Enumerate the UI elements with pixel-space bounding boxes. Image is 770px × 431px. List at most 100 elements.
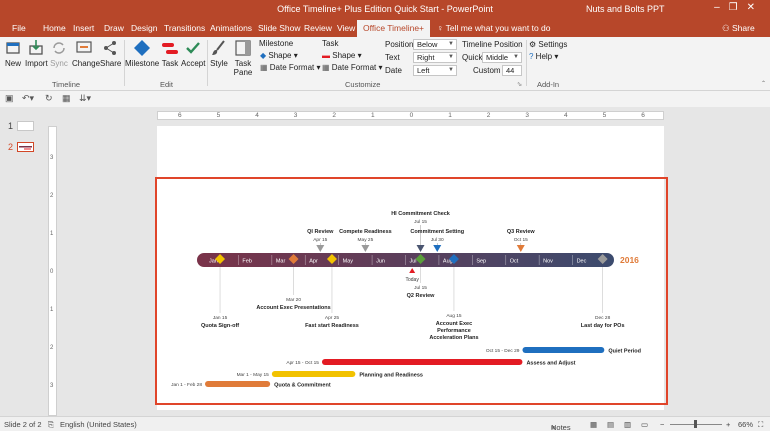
milestone-date: Jul 15 — [414, 219, 427, 225]
save-icon[interactable]: ▣ — [5, 93, 14, 104]
tab-draw[interactable]: Draw — [104, 23, 124, 33]
share-ribbon-button[interactable]: Share — [100, 39, 122, 68]
group-addin-label: Add-In — [537, 80, 560, 89]
date-label: Date — [385, 66, 402, 75]
position-value: Below — [417, 40, 438, 49]
zoom-level[interactable]: 66% — [738, 420, 753, 429]
slide-sorter-icon[interactable]: ▤ — [607, 420, 614, 429]
customize-qat-icon[interactable]: ⇊▾ — [79, 93, 91, 104]
gear-icon: ⚙ — [529, 40, 539, 49]
tab-home[interactable]: Home — [43, 23, 66, 33]
tab-office-timeline[interactable]: Office Timeline+ — [357, 20, 431, 37]
tab-transitions[interactable]: Transitions — [164, 23, 205, 33]
task-bar — [205, 381, 271, 387]
milestone-title: HI Commitment Check — [391, 211, 451, 217]
milestone-date: Jan 15 — [213, 315, 228, 321]
reading-view-icon[interactable]: ▥ — [624, 420, 631, 429]
task-header: Task — [322, 39, 339, 48]
group-divider — [526, 40, 527, 86]
task-button[interactable]: Task — [161, 39, 179, 68]
sync-icon — [53, 42, 65, 54]
zoom-slider-thumb[interactable] — [694, 420, 697, 428]
redo-icon[interactable]: ↻ — [45, 93, 53, 104]
month-label-sep: Sep — [476, 259, 486, 265]
milestone-title-line: Acceleration Plans — [429, 335, 478, 341]
group-divider — [207, 40, 208, 86]
import-button[interactable]: Import — [25, 39, 48, 68]
milestone-label: Milestone — [125, 59, 160, 68]
slideshow-view-icon[interactable]: ▭ — [641, 420, 648, 429]
dialog-launcher-icon[interactable]: ⬂ — [517, 81, 522, 88]
zoom-out-icon[interactable]: − — [660, 420, 664, 429]
tab-animations[interactable]: Animations — [210, 23, 252, 33]
start-presentation-icon[interactable]: ▦ — [62, 93, 71, 104]
undo-icon[interactable]: ↶▾ — [22, 93, 34, 104]
change-label: Change — [72, 59, 101, 68]
tab-insert[interactable]: Insert — [73, 23, 94, 33]
tell-me-text: Tell me what you want to do — [445, 23, 551, 33]
user-name[interactable]: Nuts and Bolts PPT — [586, 4, 665, 14]
milestone-date: Apr 25 — [325, 315, 339, 321]
change-button[interactable]: Change — [72, 39, 101, 68]
custom-position-input[interactable]: 44 — [502, 65, 522, 76]
zoom-in-icon[interactable]: + — [726, 420, 730, 429]
person-icon: ⚇ — [722, 23, 732, 33]
position-select[interactable]: Below ▼ — [413, 39, 457, 50]
milestone-date: Jul 30 — [431, 237, 444, 243]
slide-thumbnail-2[interactable] — [17, 142, 34, 152]
ruler-tick-label: 6 — [178, 112, 182, 119]
slide-number-1: 1 — [8, 121, 14, 131]
month-label-dec: Dec — [577, 259, 587, 265]
task-pane-button[interactable]: Task Pane — [232, 39, 254, 77]
ruler-tick-label: 1 — [371, 112, 375, 119]
share-ribbon-label: Share — [100, 59, 122, 68]
fit-slide-icon[interactable]: ⛶ — [758, 420, 763, 430]
sync-button[interactable]: Sync — [50, 39, 68, 68]
tab-design[interactable]: Design — [131, 23, 157, 33]
style-button[interactable]: Style — [209, 39, 229, 68]
slide-indicator: Slide 2 of 2 — [4, 420, 42, 429]
help-dropdown[interactable]: ? Help ▾ — [529, 52, 558, 61]
quick-position-select[interactable]: Middle ▼ — [482, 52, 522, 63]
milestone-marker-triangle — [433, 245, 442, 252]
month-label-jul: Jul — [410, 259, 417, 265]
minimize-icon[interactable]: – — [714, 2, 729, 13]
ruler-tick-label: 4 — [255, 112, 259, 119]
text-select[interactable]: Right ▼ — [413, 52, 457, 63]
task-date-format-dropdown[interactable]: ▦ Date Format ▾ — [322, 63, 383, 72]
normal-view-icon[interactable]: ▦ — [590, 420, 597, 429]
group-customize-label: Customize — [345, 80, 381, 89]
milestone-date: Oct 15 — [514, 237, 528, 243]
milestone-shape-dropdown[interactable]: ◆ Shape ▾ — [260, 51, 298, 60]
close-icon[interactable]: ✕ — [747, 2, 764, 13]
tab-review[interactable]: Review — [304, 23, 332, 33]
date-select[interactable]: Left ▼ — [413, 65, 457, 76]
ruler-tick-label: 1 — [50, 231, 54, 237]
timeline-selection-frame[interactable]: Jan Feb Mar Apr May Jun Jul Aug Sep Oct Nov Dec 2016… — [155, 177, 668, 405]
settings-button[interactable]: ⚙ Settings — [529, 40, 567, 49]
accept-button[interactable]: Accept — [181, 39, 205, 68]
milestone-button[interactable]: Milestone — [125, 39, 159, 68]
new-button[interactable]: New — [4, 39, 22, 68]
task-pane-label: Task Pane — [232, 59, 254, 77]
milestone-date-format-dropdown[interactable]: ▦ Date Format ▾ — [260, 63, 321, 72]
task-dates: Apr 15 - Oct 15 — [286, 360, 319, 366]
tab-file[interactable]: File — [12, 23, 26, 33]
tab-slide-show[interactable]: Slide Show — [258, 23, 301, 33]
powerpoint-window: Office Timeline+ Plus Edition Quick Star… — [0, 0, 770, 431]
restore-icon[interactable]: ❐ — [729, 2, 747, 13]
slide-thumbnail-1[interactable] — [17, 121, 34, 131]
tell-me-box[interactable]: ♀ Tell me what you want to do — [437, 23, 550, 33]
collapse-ribbon-icon[interactable]: ⌃ — [761, 80, 766, 87]
ruler-tick-label: 3 — [525, 112, 530, 119]
language-indicator[interactable]: English (United States) — [60, 420, 137, 429]
task-bar — [271, 371, 356, 377]
task-shape-dropdown[interactable]: ▬ Shape ▾ — [322, 51, 362, 60]
share-button[interactable]: ⚇ Share — [722, 23, 755, 34]
spellcheck-icon[interactable]: ⎘ — [48, 420, 54, 430]
text-label: Text — [385, 53, 400, 62]
date-value: Left — [417, 66, 430, 75]
ruler-tick-label: 6 — [641, 112, 645, 119]
month-label-mar: Mar — [276, 259, 286, 265]
tab-view[interactable]: View — [337, 23, 355, 33]
